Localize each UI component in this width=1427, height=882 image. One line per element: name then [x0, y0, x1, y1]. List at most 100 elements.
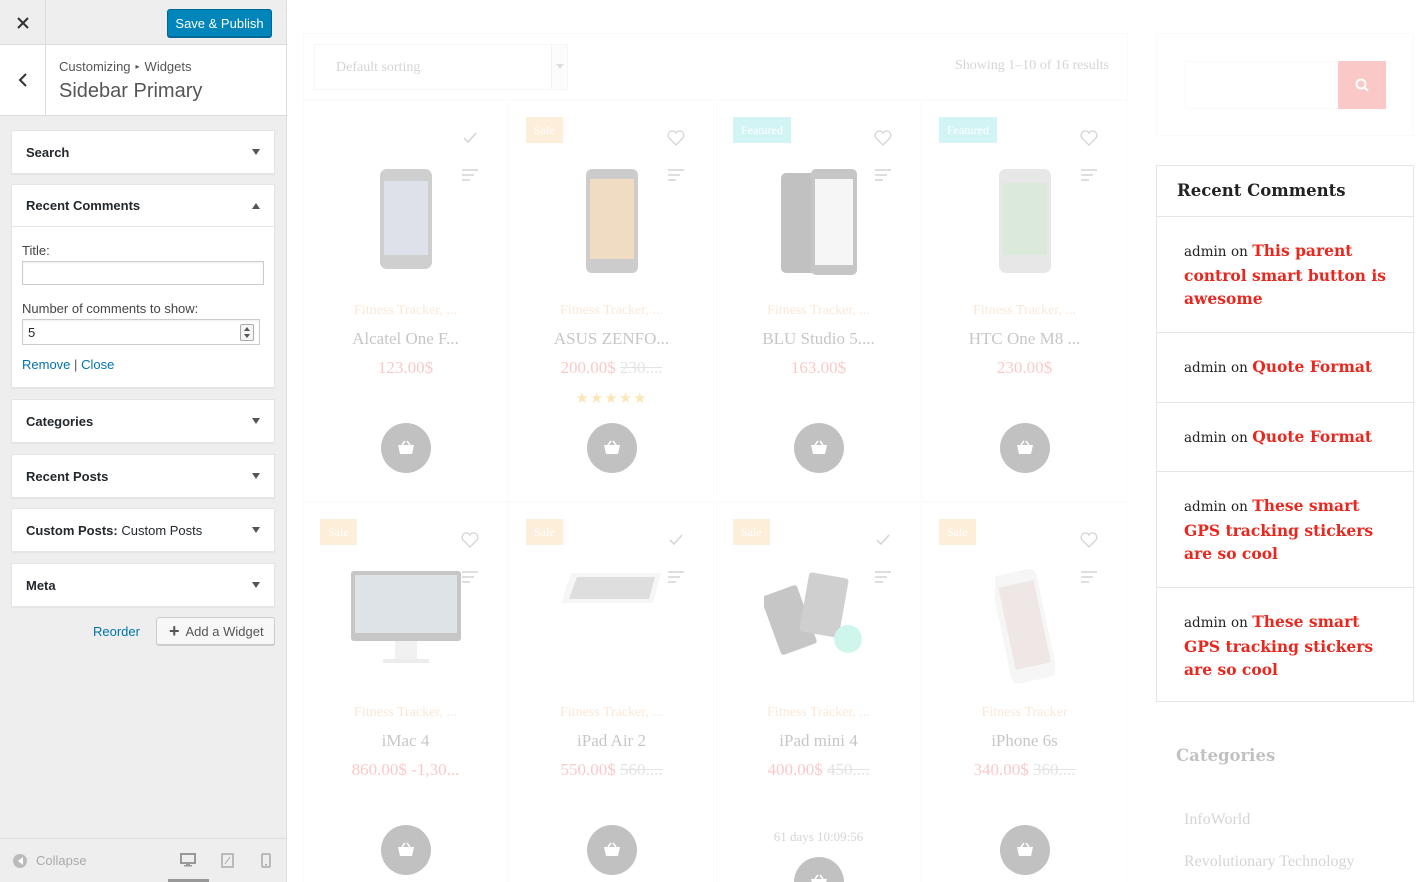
spin-up-icon[interactable]: [244, 326, 250, 331]
save-publish-button[interactable]: Save & Publish: [167, 9, 272, 37]
chevron-down-icon[interactable]: [252, 149, 260, 155]
product-image[interactable]: [584, 167, 640, 280]
product-image[interactable]: [997, 167, 1053, 280]
dropdown-caret-icon[interactable]: [551, 45, 567, 89]
product-name[interactable]: iPad Air 2: [510, 731, 713, 751]
check-icon[interactable]: [874, 531, 892, 549]
widget-categories[interactable]: Categories: [11, 399, 275, 443]
chevron-down-icon[interactable]: [252, 582, 260, 588]
product-card[interactable]: Featured Fitness Tracker, ... BLU Studio 5…: [716, 100, 921, 502]
compare-icon[interactable]: [874, 571, 892, 583]
product-image[interactable]: [378, 167, 434, 276]
heart-icon[interactable]: [461, 531, 479, 549]
mobile-preview-icon[interactable]: [261, 853, 271, 868]
widget-header[interactable]: Recent Posts: [12, 455, 274, 497]
product-image[interactable]: [990, 568, 1056, 690]
chevron-up-icon[interactable]: [252, 202, 260, 209]
chevron-down-icon[interactable]: [252, 473, 260, 479]
compare-icon[interactable]: [1080, 169, 1098, 181]
product-name[interactable]: Alcatel One F...: [304, 329, 507, 349]
heart-icon[interactable]: [667, 129, 685, 147]
product-category[interactable]: Fitness Tracker, ...: [717, 303, 920, 319]
widget-search[interactable]: Search: [11, 130, 275, 174]
product-category[interactable]: Fitness Tracker, ...: [923, 303, 1126, 319]
tablet-preview-icon[interactable]: [221, 853, 234, 868]
widget-meta[interactable]: Meta: [11, 563, 275, 607]
product-image[interactable]: [349, 569, 463, 674]
spin-down-icon[interactable]: [244, 334, 250, 339]
compare-icon[interactable]: [667, 169, 685, 181]
heart-icon[interactable]: [1080, 129, 1098, 147]
product-category[interactable]: Fitness Tracker, ...: [717, 705, 920, 721]
comment-count-field[interactable]: 5: [22, 319, 260, 345]
product-name[interactable]: iMac 4: [304, 731, 507, 751]
add-to-cart-button[interactable]: [380, 825, 431, 875]
product-card[interactable]: Sale Fitness Tracker, ... iMac 4 860.00$ -1…: [303, 502, 508, 882]
widget-header[interactable]: Categories: [12, 400, 274, 442]
chevron-down-icon[interactable]: [252, 527, 260, 533]
heart-icon[interactable]: [874, 129, 892, 147]
product-card[interactable]: Featured Fitness Tracker, ... HTC One M8 .…: [922, 100, 1127, 502]
add-widget-button[interactable]: + Add a Widget: [156, 617, 275, 645]
product-card[interactable]: Sale Fitness Tracker, ... iPad mini 4 400.0…: [716, 502, 921, 882]
check-icon[interactable]: [667, 531, 685, 549]
search-button[interactable]: [1338, 61, 1386, 109]
compare-icon[interactable]: [874, 169, 892, 181]
product-card[interactable]: Sale Fitness Tracker, ... iPad Air 2 550.00…: [509, 502, 714, 882]
compare-icon[interactable]: [1080, 571, 1098, 583]
reorder-link[interactable]: Reorder: [93, 624, 140, 639]
add-to-cart-button[interactable]: [793, 423, 844, 473]
product-name[interactable]: iPad mini 4: [717, 731, 920, 751]
remove-widget-link[interactable]: Remove: [22, 357, 70, 372]
product-image[interactable]: [760, 569, 874, 664]
product-image[interactable]: [779, 167, 859, 284]
desktop-preview-icon[interactable]: [180, 853, 196, 867]
product-category[interactable]: Fitness Tracker, ...: [304, 303, 507, 319]
product-category[interactable]: Fitness Tracker: [923, 705, 1126, 721]
close-widget-link[interactable]: Close: [81, 357, 114, 372]
product-image[interactable]: [557, 569, 667, 614]
title-field[interactable]: [22, 261, 264, 285]
chevron-down-icon[interactable]: [252, 418, 260, 424]
add-to-cart-button[interactable]: [999, 423, 1050, 473]
product-card[interactable]: Sale Fitness Tracker, ... ASUS ZENFO... 200…: [509, 100, 714, 502]
comment-post-link[interactable]: Quote Format: [1252, 427, 1372, 446]
product-name[interactable]: BLU Studio 5....: [717, 329, 920, 349]
search-input[interactable]: [1185, 61, 1337, 109]
product-category[interactable]: Fitness Tracker, ...: [510, 705, 713, 721]
widget-header[interactable]: Recent Comments: [12, 185, 274, 227]
back-button[interactable]: [0, 45, 46, 115]
sorting-select[interactable]: Default sorting: [314, 44, 568, 90]
widget-recent-posts[interactable]: Recent Posts: [11, 454, 275, 498]
number-spinner[interactable]: [240, 324, 254, 341]
add-to-cart-button[interactable]: [999, 825, 1050, 875]
widget-header[interactable]: Meta: [12, 564, 274, 606]
product-name[interactable]: ASUS ZENFO...: [510, 329, 713, 349]
widget-custom-posts[interactable]: Custom Posts: Custom Posts: [11, 508, 275, 552]
comment-item: admin on This parent control smart butto…: [1157, 217, 1413, 333]
product-card[interactable]: Sale Fitness Tracker iPhone 6s 340.00$ 360.…: [922, 502, 1127, 882]
heart-icon[interactable]: [1080, 531, 1098, 549]
add-to-cart-button[interactable]: [793, 857, 844, 882]
check-icon[interactable]: [461, 129, 479, 147]
compare-icon[interactable]: [667, 571, 685, 583]
close-customizer-button[interactable]: [0, 0, 46, 45]
product-name[interactable]: HTC One M8 ...: [923, 329, 1126, 349]
compare-icon[interactable]: [461, 169, 479, 181]
widget-header[interactable]: Custom Posts: Custom Posts: [12, 509, 274, 551]
widget-header[interactable]: Search: [12, 131, 274, 173]
category-link[interactable]: Revolutionary Technology: [1184, 853, 1355, 871]
add-to-cart-button[interactable]: [380, 423, 431, 473]
product-name[interactable]: iPhone 6s: [923, 731, 1126, 751]
product-category[interactable]: Fitness Tracker, ...: [510, 303, 713, 319]
compare-icon[interactable]: [461, 571, 479, 583]
add-to-cart-button[interactable]: [586, 825, 637, 875]
close-icon: [16, 16, 29, 29]
add-to-cart-button[interactable]: [586, 423, 637, 473]
product-category[interactable]: Fitness Tracker, ...: [304, 705, 507, 721]
widget-title: Meta: [26, 577, 56, 593]
product-card[interactable]: Fitness Tracker, ... Alcatel One F... 123.…: [303, 100, 508, 502]
collapse-button[interactable]: Collapse: [13, 853, 87, 868]
comment-post-link[interactable]: Quote Format: [1252, 357, 1372, 376]
category-link[interactable]: InfoWorld: [1184, 811, 1250, 829]
